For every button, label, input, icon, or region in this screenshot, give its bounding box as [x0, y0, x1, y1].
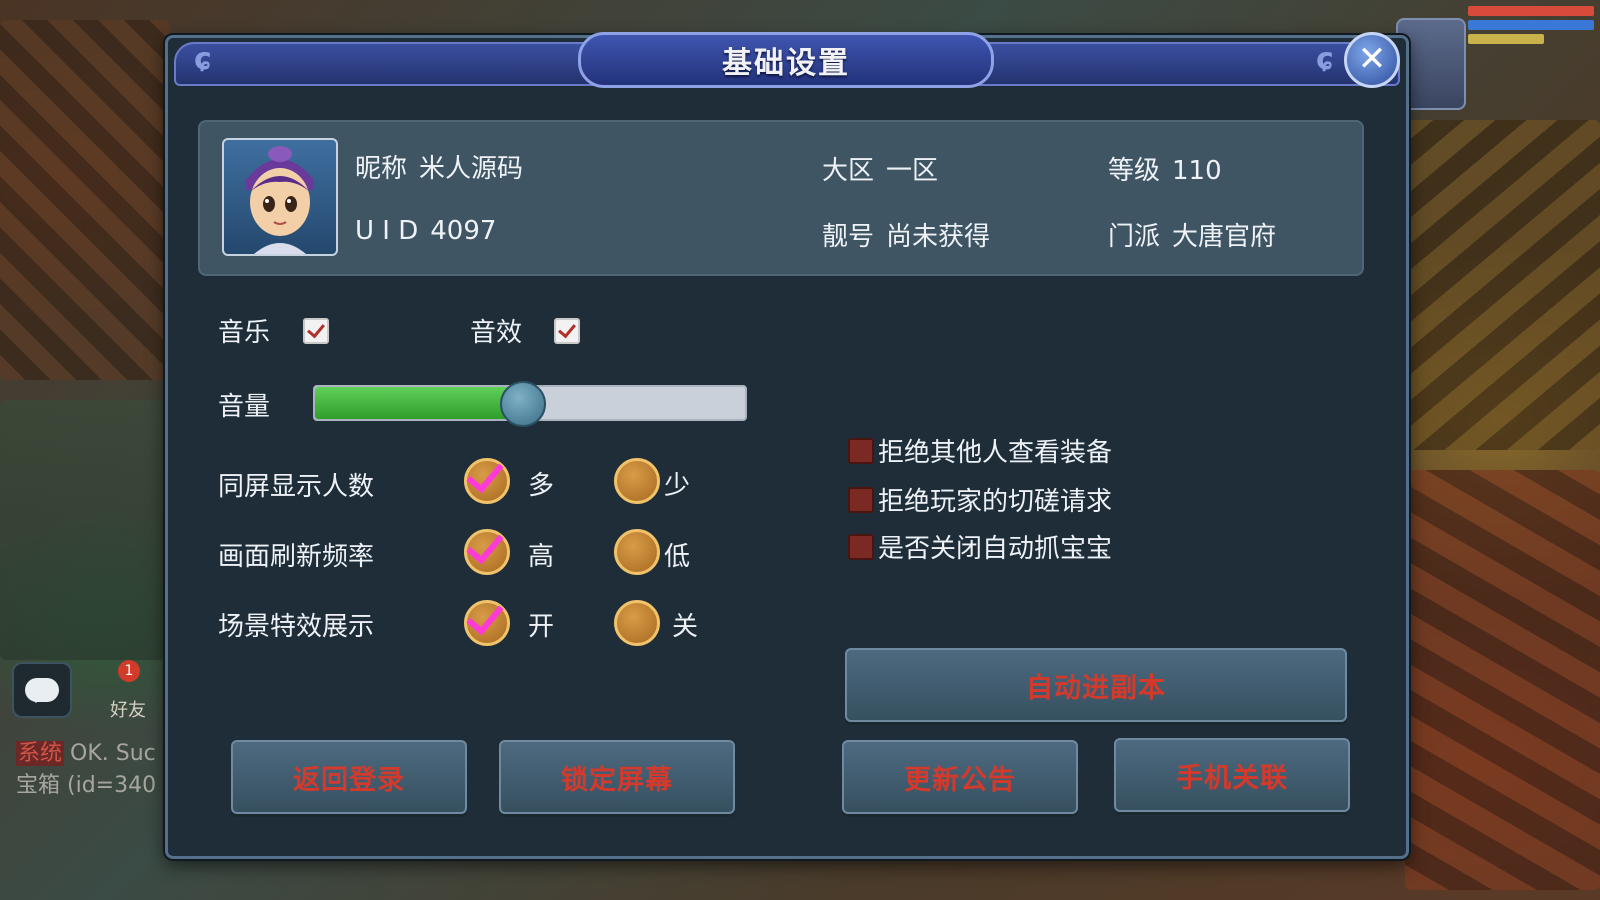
scene-effects-label: 场景特效展示 — [218, 612, 375, 642]
roof-decoration — [0, 20, 170, 380]
dialog-title: 基础设置 — [722, 46, 850, 81]
handle-field: 靓号 尚未获得 — [822, 216, 990, 253]
faction-field: 门派 大唐官府 — [1108, 216, 1276, 253]
lock-screen-button[interactable]: 锁定屏幕 — [499, 740, 735, 814]
region-label: 大区 — [822, 156, 875, 186]
level-value: 110 — [1172, 156, 1222, 186]
music-label: 音乐 — [218, 318, 271, 348]
refuse-duel-label: 拒绝玩家的切磋请求 — [878, 487, 1113, 517]
status-bars — [1468, 6, 1594, 48]
refresh-rate-high-radio[interactable] — [464, 529, 510, 575]
profile-panel: 昵称 米人源码 U I D 4097 大区 一区 靓号 尚未获得 等级 110 门派 大唐官… — [198, 120, 1364, 276]
auto-dungeon-button[interactable]: 自动进副本 — [845, 648, 1347, 722]
chat-line: OK. Suc — [70, 741, 156, 766]
refuse-view-equipment-checkbox[interactable] — [848, 438, 874, 464]
character-portrait — [222, 138, 338, 256]
sfx-label: 音效 — [470, 318, 523, 348]
disable-auto-catch-checkbox[interactable] — [848, 534, 874, 560]
level-label: 等级 — [1108, 156, 1161, 186]
nickname-value: 米人源码 — [419, 154, 524, 184]
refresh-rate-label: 画面刷新频率 — [218, 542, 375, 572]
region-value: 一区 — [886, 156, 939, 186]
volume-slider[interactable] — [313, 381, 747, 427]
crowd-display-many-label: 多 — [528, 471, 555, 501]
close-button[interactable]: ✕ — [1344, 32, 1400, 88]
level-field: 等级 110 — [1108, 150, 1222, 187]
crowd-display-label: 同屏显示人数 — [218, 472, 375, 502]
handle-label: 靓号 — [822, 222, 875, 252]
chat-line: 宝箱 (id=340 — [16, 773, 157, 798]
region-field: 大区 一区 — [822, 150, 938, 187]
friend-badge: 1 — [118, 660, 140, 682]
scene-effects-off-radio[interactable] — [614, 600, 660, 646]
faction-value: 大唐官府 — [1172, 222, 1277, 252]
volume-slider-fill — [315, 387, 522, 419]
roof-decoration — [0, 400, 165, 660]
update-notice-button[interactable]: 更新公告 — [842, 740, 1078, 814]
uid-value: 4097 — [430, 216, 497, 246]
faction-label: 门派 — [1108, 222, 1161, 252]
swirl-ornament-icon: ɕ — [1316, 42, 1334, 77]
volume-label: 音量 — [218, 392, 271, 422]
uid-label: U I D — [355, 216, 419, 246]
nickname-label: 昵称 — [355, 154, 408, 184]
scene-effects-on-radio[interactable] — [464, 600, 510, 646]
sfx-checkbox[interactable] — [554, 318, 580, 344]
handle-value: 尚未获得 — [886, 222, 991, 252]
scene-effects-on-label: 开 — [528, 612, 555, 642]
roof-decoration — [1405, 120, 1600, 450]
phone-link-button[interactable]: 手机关联 — [1114, 738, 1350, 812]
uid-field: U I D 4097 — [355, 216, 496, 246]
nickname-field: 昵称 米人源码 — [355, 148, 523, 185]
refresh-rate-low-label: 低 — [664, 542, 691, 572]
crowd-display-few-radio[interactable] — [614, 458, 660, 504]
refresh-rate-low-radio[interactable] — [614, 529, 660, 575]
refuse-duel-checkbox[interactable] — [848, 487, 874, 513]
crowd-display-many-radio[interactable] — [464, 458, 510, 504]
roof-decoration — [1405, 470, 1600, 890]
chat-system-tag: 系统 — [16, 741, 65, 766]
refuse-view-equipment-label: 拒绝其他人查看装备 — [878, 438, 1113, 468]
friend-button[interactable]: 1 好友 — [100, 660, 158, 721]
chat-log: 系统 OK. Suc 宝箱 (id=340 — [16, 738, 166, 802]
swirl-ornament-icon: ɕ — [194, 42, 212, 77]
disable-auto-catch-label: 是否关闭自动抓宝宝 — [878, 534, 1113, 564]
crowd-display-few-label: 少 — [664, 471, 691, 501]
friend-label: 好友 — [110, 700, 146, 721]
dialog-title-banner: 基础设置 — [578, 32, 994, 88]
music-checkbox[interactable] — [303, 318, 329, 344]
chat-bubble-icon — [25, 678, 59, 703]
refresh-rate-high-label: 高 — [528, 542, 555, 572]
settings-dialog: ɕ ɕ 基础设置 ✕ 昵称 米人源码 U I D 4097 大区 一区 靓号 尚… — [165, 32, 1409, 859]
chat-button[interactable] — [12, 662, 72, 718]
back-to-login-button[interactable]: 返回登录 — [231, 740, 467, 814]
volume-slider-knob[interactable] — [500, 381, 547, 427]
scene-effects-off-label: 关 — [672, 612, 699, 642]
